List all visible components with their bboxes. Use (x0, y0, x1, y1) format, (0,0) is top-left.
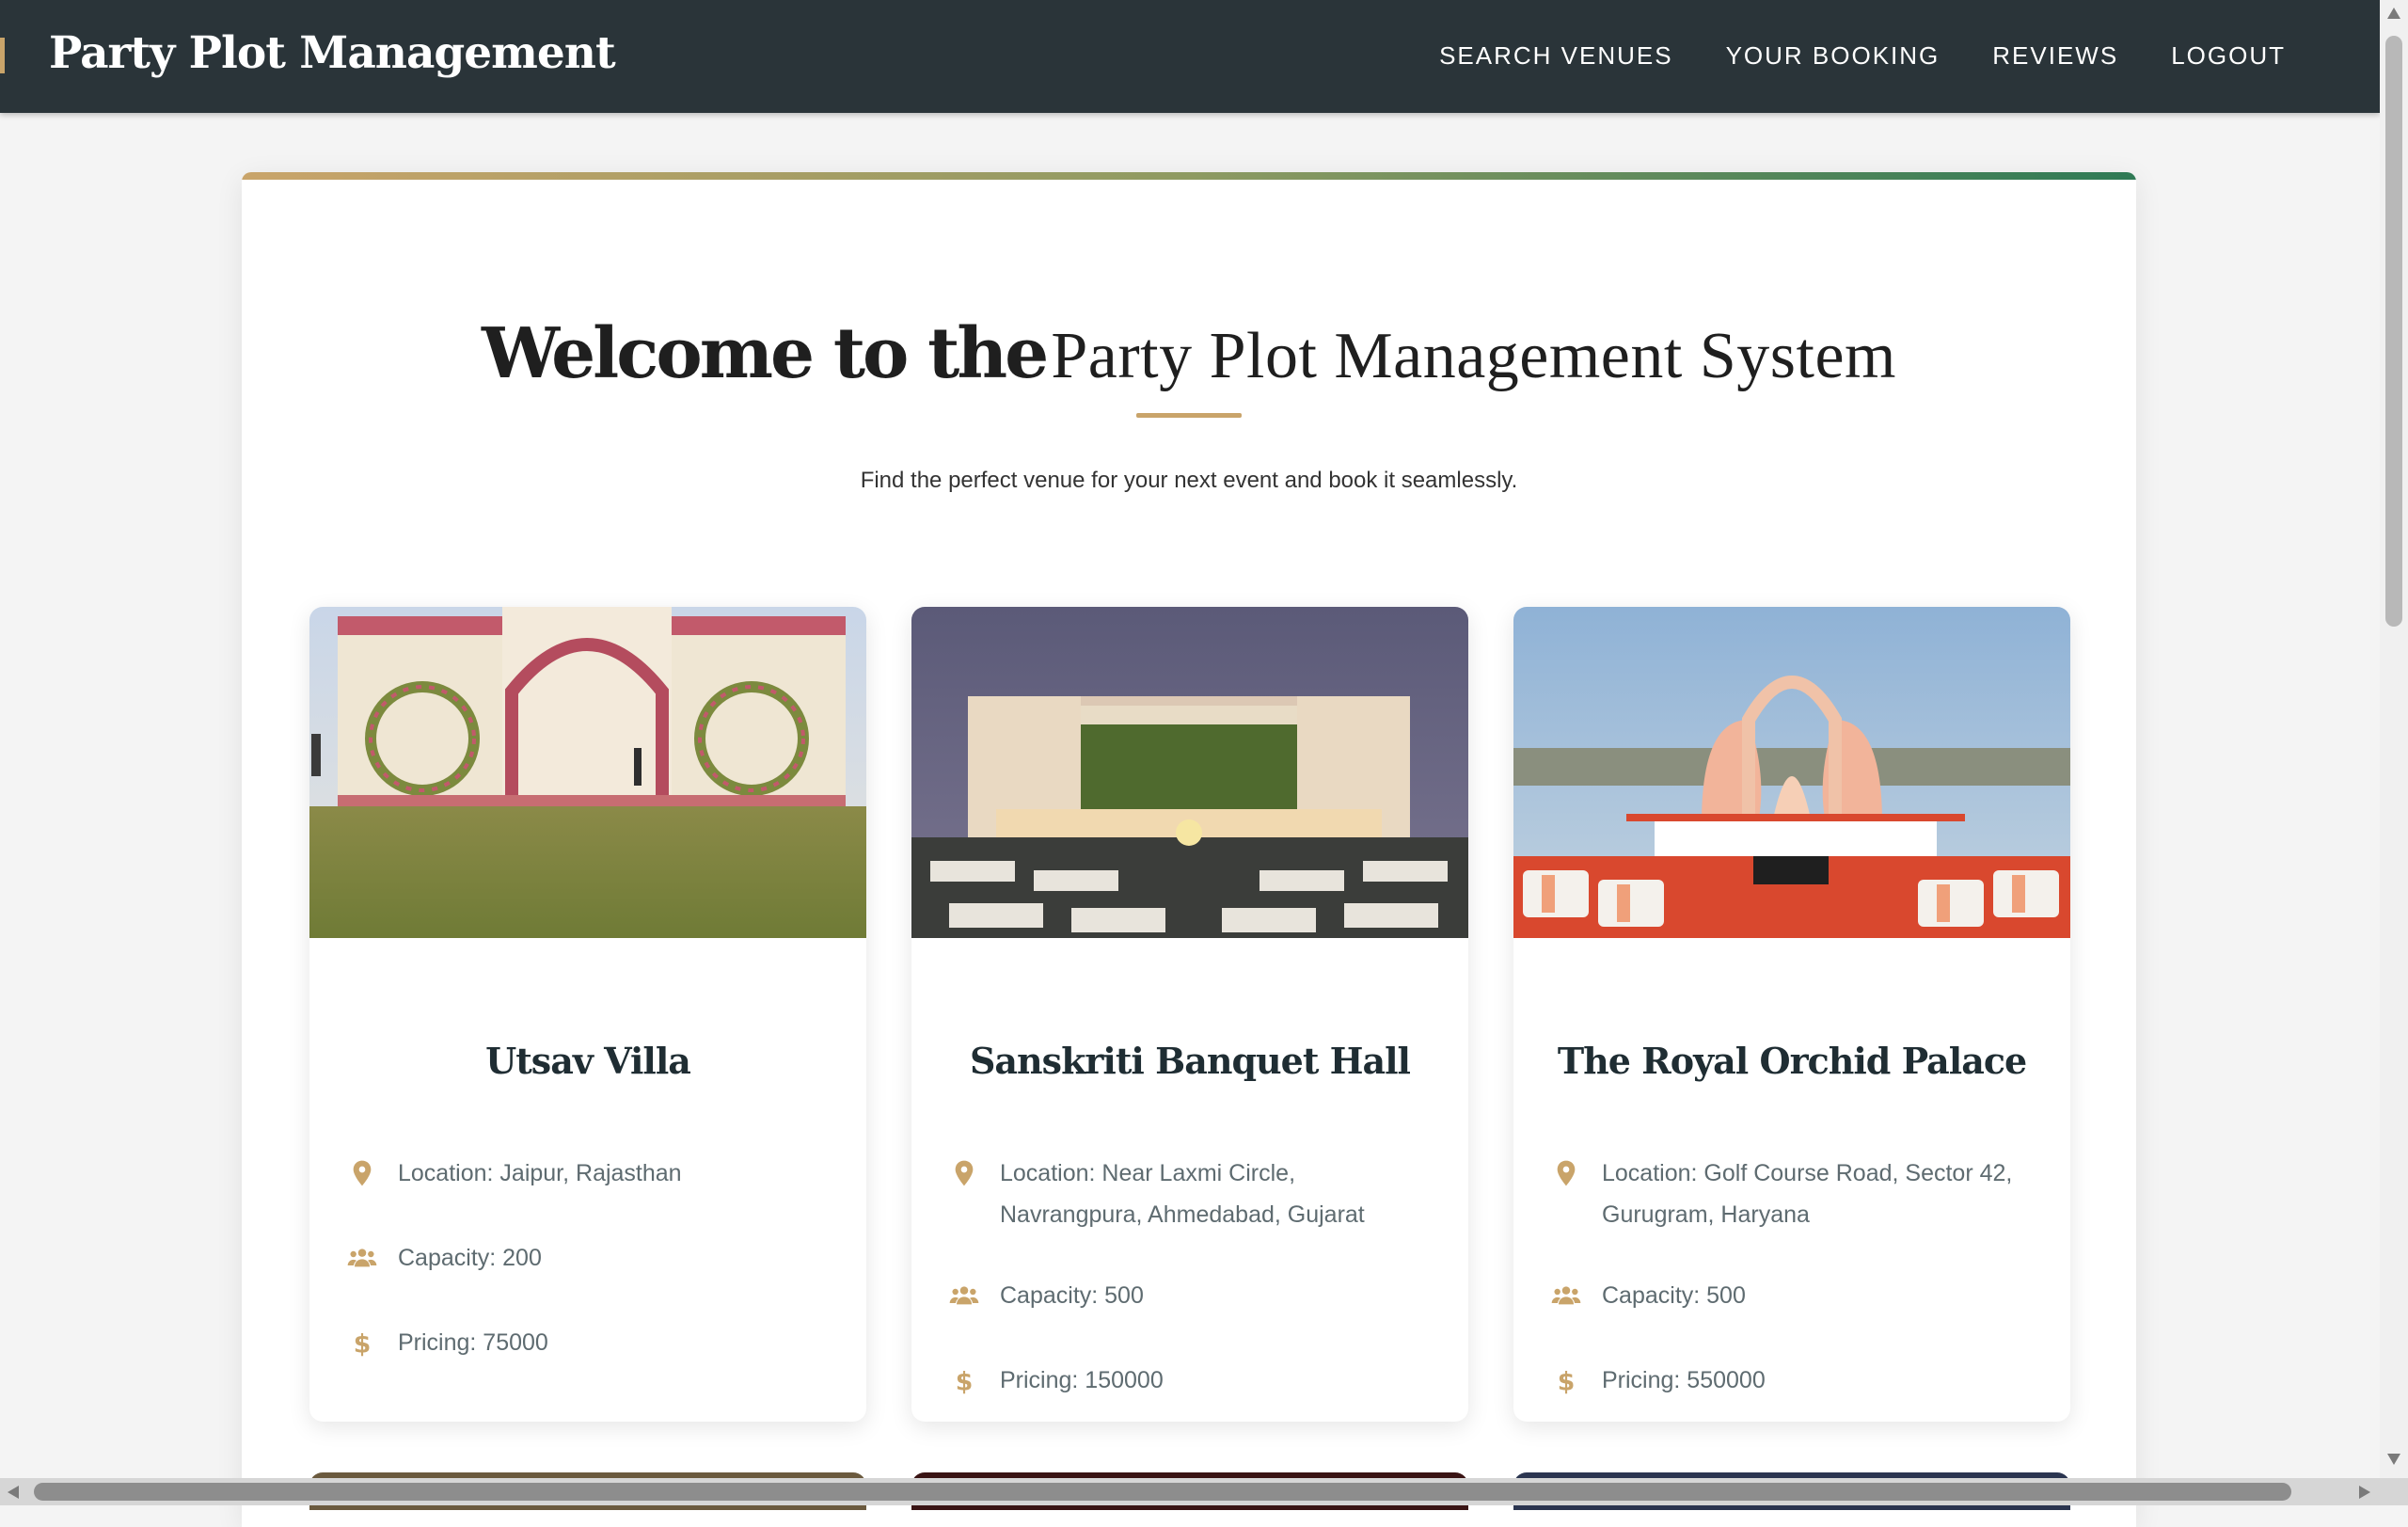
page-title-bold: Welcome to the (482, 313, 1049, 394)
venue-pricing: $ Pricing: 150000 (949, 1360, 1438, 1401)
map-pin-icon (949, 1158, 979, 1188)
venue-card[interactable]: Utsav Villa Location: Jaipur, Rajasthan … (309, 607, 866, 1422)
map-pin-icon (347, 1158, 377, 1188)
venue-location: Location: Golf Course Road, Sector 42, G… (1551, 1153, 2040, 1235)
map-pin-icon (1551, 1158, 1581, 1188)
users-icon (347, 1243, 377, 1273)
venue-capacity: Capacity: 500 (949, 1275, 1438, 1316)
nav-link-search-venues[interactable]: SEARCH VENUES (1439, 41, 1673, 71)
venue-location: Location: Jaipur, Rajasthan (347, 1153, 836, 1194)
scroll-left-arrow-icon[interactable] (8, 1486, 19, 1499)
scroll-up-arrow-icon[interactable] (2387, 8, 2400, 19)
nav-accent-bar (0, 38, 5, 73)
dollar-icon: $ (347, 1328, 377, 1358)
venue-photo-floral-arches (309, 607, 866, 938)
scroll-right-arrow-icon[interactable] (2359, 1486, 2370, 1499)
venue-photo-night-stage (911, 607, 1468, 938)
page-subtitle: Find the perfect venue for your next eve… (860, 468, 1518, 493)
venue-pricing-text: Pricing: 75000 (398, 1329, 548, 1356)
vertical-scrollbar[interactable] (2380, 0, 2408, 1478)
users-icon (949, 1280, 979, 1311)
venue-capacity: Capacity: 200 (347, 1237, 836, 1279)
svg-text:$: $ (956, 1368, 974, 1395)
nav-link-logout[interactable]: LOGOUT (2171, 41, 2286, 71)
brand-title[interactable]: Party Plot Management (49, 27, 616, 79)
page-title: Welcome to the Party Plot Management Sys… (242, 313, 2136, 394)
venue-capacity: Capacity: 500 (1551, 1275, 2040, 1316)
venue-name: Utsav Villa (485, 1040, 691, 1082)
venue-pricing: $ Pricing: 550000 (1551, 1360, 2040, 1401)
venue-card[interactable]: The Royal Orchid Palace Location: Golf C… (1513, 607, 2070, 1422)
venue-capacity-text: Capacity: 500 (1000, 1282, 1144, 1309)
dollar-icon: $ (1551, 1365, 1581, 1395)
horizontal-scrollbar[interactable] (0, 1478, 2408, 1505)
dollar-icon: $ (949, 1365, 979, 1395)
top-navbar: Party Plot Management SEARCH VENUES YOUR… (0, 0, 2380, 113)
panel-gradient-bar (242, 172, 2136, 180)
nav-link-your-booking[interactable]: YOUR BOOKING (1726, 41, 1941, 71)
scroll-down-arrow-icon[interactable] (2387, 1454, 2400, 1465)
page-title-light: Party Plot Management System (1051, 320, 1896, 392)
venue-location-text: Location: Jaipur, Rajasthan (398, 1160, 682, 1186)
nav-links: SEARCH VENUES YOUR BOOKING REVIEWS LOGOU… (1439, 41, 2286, 71)
svg-text:$: $ (1558, 1368, 1576, 1395)
venue-pricing-text: Pricing: 550000 (1602, 1367, 1766, 1393)
venue-card[interactable]: Sanskriti Banquet Hall Location: Near La… (911, 607, 1468, 1422)
vertical-scroll-thumb[interactable] (2385, 36, 2402, 627)
venue-photo-lotus-stage (1513, 607, 2070, 938)
venue-location-text: Location: Golf Course Road, Sector 42, G… (1602, 1160, 2013, 1228)
users-icon (1551, 1280, 1581, 1311)
svg-text:$: $ (354, 1330, 372, 1358)
venue-name: Sanskriti Banquet Hall (969, 1040, 1411, 1082)
venue-location-text: Location: Near Laxmi Circle, Navrangpura… (1000, 1160, 1365, 1228)
venue-pricing: $ Pricing: 75000 (347, 1322, 836, 1363)
venue-capacity-text: Capacity: 500 (1602, 1282, 1746, 1309)
venue-pricing-text: Pricing: 150000 (1000, 1367, 1164, 1393)
horizontal-scroll-thumb[interactable] (34, 1483, 2291, 1501)
venue-name: The Royal Orchid Palace (1557, 1040, 2027, 1082)
main-panel: Welcome to the Party Plot Management Sys… (242, 172, 2136, 1527)
nav-link-reviews[interactable]: REVIEWS (1992, 41, 2118, 71)
venue-location: Location: Near Laxmi Circle, Navrangpura… (949, 1153, 1438, 1235)
venue-capacity-text: Capacity: 200 (398, 1245, 542, 1271)
title-underline (1136, 413, 1242, 418)
